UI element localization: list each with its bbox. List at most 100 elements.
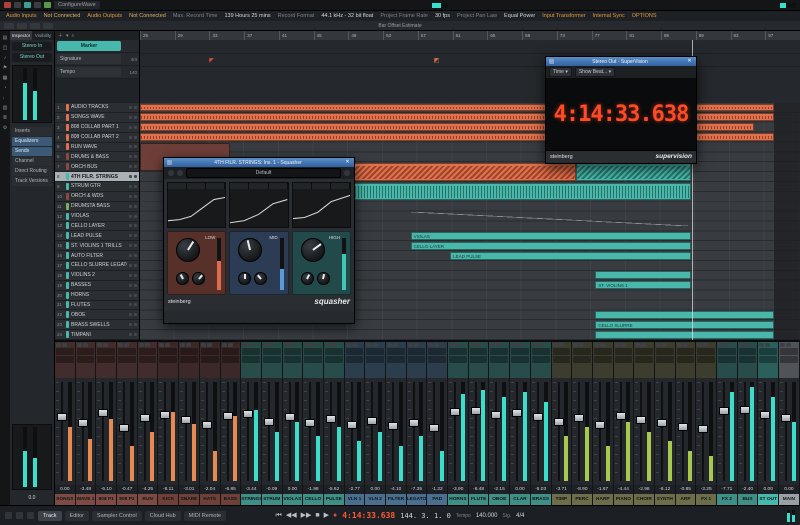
- track-row[interactable]: 6DRUMS & BASS: [55, 152, 139, 162]
- track-row[interactable]: 20HORNS: [55, 291, 139, 301]
- solo-button[interactable]: [124, 343, 129, 347]
- sends-slot[interactable]: [222, 356, 240, 363]
- sends-slot[interactable]: [449, 356, 467, 363]
- channel-name[interactable]: ARP: [676, 494, 696, 505]
- tab-track[interactable]: Track: [38, 511, 62, 521]
- ruler-bar-number[interactable]: 81: [626, 31, 634, 40]
- fader-cap[interactable]: [57, 413, 67, 421]
- mute-button[interactable]: [697, 343, 702, 347]
- fader-cap[interactable]: [388, 422, 398, 430]
- channel-name[interactable]: HARP: [593, 494, 613, 505]
- band-small-knob[interactable]: [192, 272, 205, 285]
- inserts-slot[interactable]: [739, 348, 757, 355]
- status-item[interactable]: Internal Sync: [593, 13, 625, 19]
- channel-fader[interactable]: [407, 378, 427, 485]
- fader-cap[interactable]: [512, 409, 522, 417]
- preset-menu-icon[interactable]: [344, 170, 350, 176]
- ruler-bar-number[interactable]: 65: [487, 31, 495, 40]
- solo-button[interactable]: [310, 343, 315, 347]
- channel-fader[interactable]: [427, 378, 447, 485]
- mixer-channel[interactable]: -3.71TIMP: [552, 342, 573, 505]
- mute-button[interactable]: [159, 343, 164, 347]
- fader-cap[interactable]: [367, 417, 377, 425]
- solo-button[interactable]: [134, 136, 137, 139]
- inserts-slot[interactable]: [532, 348, 550, 355]
- squash-knob[interactable]: [176, 238, 200, 262]
- channel-fader[interactable]: [283, 378, 303, 485]
- inserts-slot[interactable]: [573, 348, 591, 355]
- mixer-channel[interactable]: 0.00MAIN: [779, 342, 800, 505]
- mixer-channel[interactable]: 0.00VIOLAS: [283, 342, 304, 505]
- tab-cloud-hub[interactable]: Cloud Hub: [145, 511, 181, 521]
- sends-slot[interactable]: [573, 356, 591, 363]
- solo-button[interactable]: [134, 234, 137, 237]
- channel-fader[interactable]: [717, 378, 737, 485]
- mute-button[interactable]: [615, 343, 620, 347]
- inserts-slot[interactable]: [511, 348, 529, 355]
- mute-button[interactable]: [97, 343, 102, 347]
- status-item[interactable]: 139 Hours 25 mins: [224, 13, 270, 19]
- mute-button[interactable]: [129, 303, 132, 306]
- sends-slot[interactable]: [325, 356, 343, 363]
- inserts-slot[interactable]: [201, 348, 219, 355]
- inserts-slot[interactable]: [222, 348, 240, 355]
- inspector-section[interactable]: Sends: [12, 147, 52, 156]
- channel-name[interactable]: MAIN: [779, 494, 799, 505]
- channel-name[interactable]: 808 P2: [117, 494, 137, 505]
- channel-name[interactable]: BASS: [221, 494, 241, 505]
- solo-button[interactable]: [207, 343, 212, 347]
- solo-button[interactable]: [476, 343, 481, 347]
- inserts-slot[interactable]: [635, 348, 653, 355]
- solo-button[interactable]: [186, 343, 191, 347]
- solo-button[interactable]: [455, 343, 460, 347]
- mute-button[interactable]: [129, 145, 132, 148]
- ruler-bar-number[interactable]: 37: [244, 31, 252, 40]
- solo-button[interactable]: [134, 244, 137, 247]
- band-small-knob[interactable]: [238, 272, 251, 285]
- sends-slot[interactable]: [780, 356, 798, 363]
- inserts-slot[interactable]: [325, 348, 343, 355]
- undo-icon[interactable]: [34, 2, 41, 8]
- solo-button[interactable]: [145, 343, 150, 347]
- solo-button[interactable]: [134, 264, 137, 267]
- sends-slot[interactable]: [697, 356, 715, 363]
- fader-cap[interactable]: [595, 421, 605, 429]
- channel-name[interactable]: FLUTE: [469, 494, 489, 505]
- solo-button[interactable]: [496, 343, 501, 347]
- mute-button[interactable]: [284, 343, 289, 347]
- channel-fader[interactable]: [552, 378, 572, 485]
- channel-name[interactable]: LEGATO: [407, 494, 427, 505]
- channel-name[interactable]: KICK: [158, 494, 178, 505]
- mixer-channel[interactable]: -7.71FX 2: [717, 342, 738, 505]
- mute-button[interactable]: [129, 333, 132, 336]
- mute-button[interactable]: [129, 175, 132, 178]
- mute-button[interactable]: [553, 343, 558, 347]
- channel-fader[interactable]: [200, 378, 220, 485]
- audio-event[interactable]: [595, 271, 691, 279]
- mute-button[interactable]: [129, 323, 132, 326]
- fader-cap[interactable]: [554, 418, 564, 426]
- mixer-channel[interactable]: 0.00SONGS: [55, 342, 76, 505]
- sends-slot[interactable]: [511, 356, 529, 363]
- audio-event[interactable]: [345, 183, 692, 201]
- solo-button[interactable]: [331, 343, 336, 347]
- ruler-bar-number[interactable]: 93: [731, 31, 739, 40]
- inspector-tab-visibility[interactable]: Visibility: [32, 31, 54, 40]
- add-track-icon[interactable]: ＋: [58, 32, 63, 39]
- ruler-bar-number[interactable]: 29: [175, 31, 183, 40]
- band-small-knob[interactable]: [317, 272, 330, 285]
- fader-cap[interactable]: [781, 414, 791, 422]
- sends-slot[interactable]: [490, 356, 508, 363]
- mute-button[interactable]: [129, 215, 132, 218]
- solo-button[interactable]: [641, 343, 646, 347]
- channel-name[interactable]: PIANO: [614, 494, 634, 505]
- solo-button[interactable]: [134, 215, 137, 218]
- history-icon[interactable]: [24, 2, 31, 8]
- inserts-slot[interactable]: [387, 348, 405, 355]
- channel-name[interactable]: FX 1: [696, 494, 716, 505]
- mute-button[interactable]: [129, 185, 132, 188]
- workspace-selector[interactable]: ConfigureWave: [54, 1, 100, 9]
- solo-button[interactable]: [134, 313, 137, 316]
- score-icon[interactable]: ♩: [3, 96, 8, 101]
- mute-button[interactable]: [56, 343, 61, 347]
